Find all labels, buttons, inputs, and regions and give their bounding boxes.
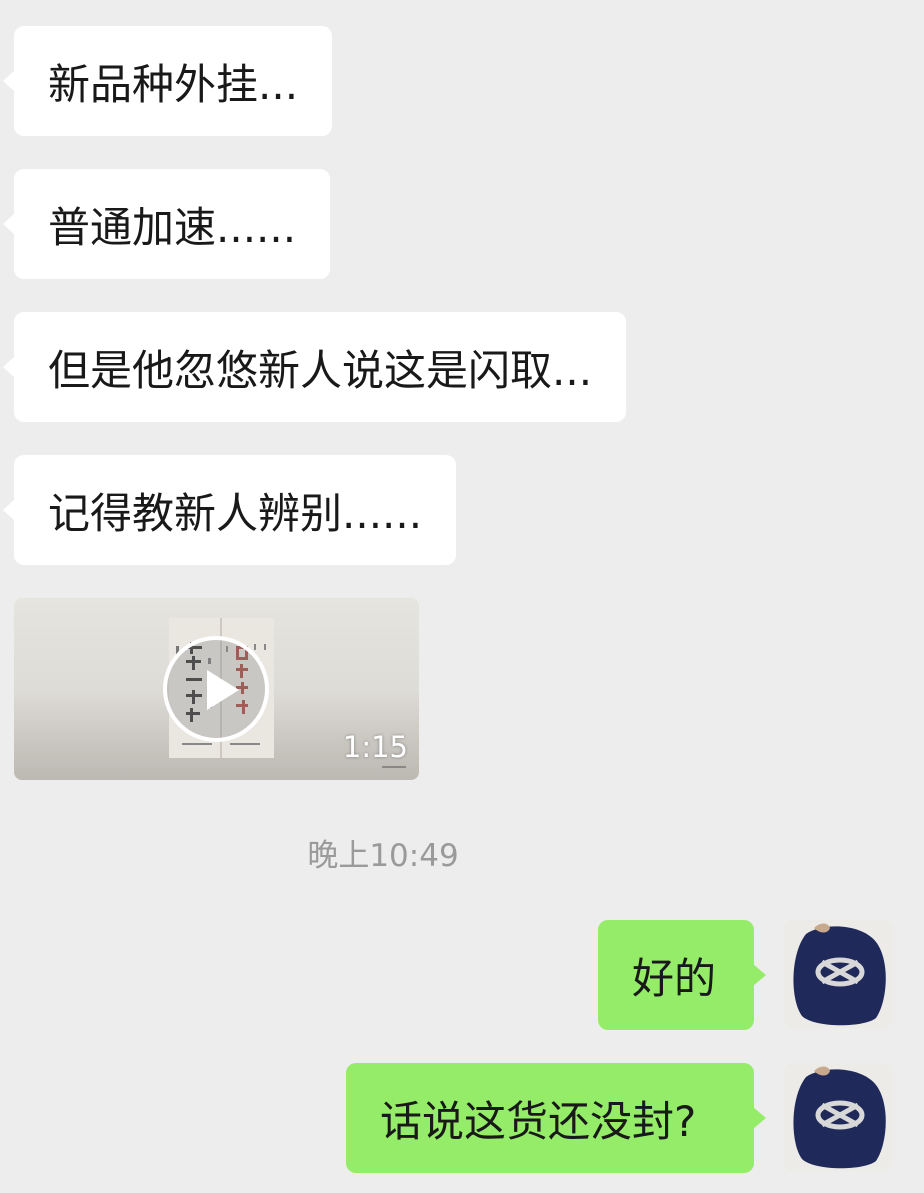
outgoing-message-bubble[interactable]: 话说这货还没封? <box>346 1063 766 1173</box>
message-text: 话说这货还没封? <box>380 1096 697 1146</box>
message-text: 但是他忽悠新人说这是闪取... <box>48 345 593 395</box>
message-text: 记得教新人辨别...... <box>48 488 423 538</box>
message-text: 新品种外挂... <box>48 59 299 109</box>
message-timestamp: 晚上10:49 <box>307 838 459 874</box>
chat-area: 新品种外挂... 普通加速...... 但是他忽悠新人说这是闪取... 记得教新… <box>0 0 924 1193</box>
incoming-message-bubble[interactable]: 新品种外挂... <box>2 26 333 136</box>
message-text: 好的 <box>632 953 717 1003</box>
user-avatar[interactable] <box>784 1063 892 1171</box>
play-icon[interactable] <box>163 636 269 742</box>
video-duration: 1:15 <box>342 730 408 764</box>
message-text: 普通加速...... <box>48 202 297 252</box>
outgoing-message-bubble[interactable]: 好的 <box>598 920 766 1030</box>
incoming-message-bubble[interactable]: 但是他忽悠新人说这是闪取... <box>2 312 627 422</box>
incoming-message-bubble[interactable]: 普通加速...... <box>2 169 331 279</box>
incoming-message-bubble[interactable]: 记得教新人辨别...... <box>2 455 457 565</box>
user-avatar[interactable] <box>784 920 892 1028</box>
